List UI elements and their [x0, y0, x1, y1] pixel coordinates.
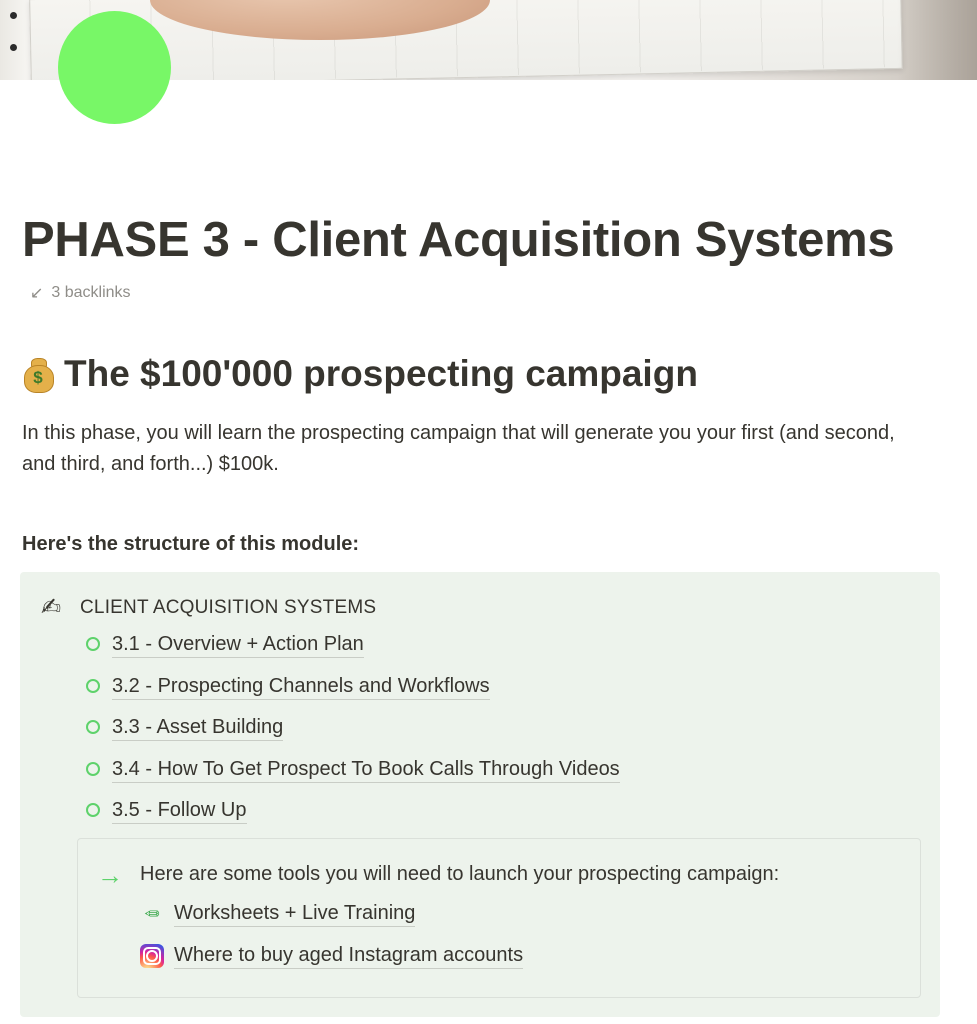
money-bag-icon: $ [22, 357, 54, 393]
module-link[interactable]: 3.1 - Overview + Action Plan [112, 632, 364, 658]
list-item: 3.2 - Prospecting Channels and Workflows [86, 674, 620, 716]
backlinks-button[interactable]: ↙ 3 backlinks [30, 283, 131, 303]
tools-intro-row: → Here are some tools you will need to l… [96, 859, 780, 890]
module-link[interactable]: 3.2 - Prospecting Channels and Workflows [112, 674, 490, 700]
tool-link-row: ✏ Worksheets + Live Training [140, 901, 416, 927]
arrow-right-icon: → [97, 859, 123, 890]
circle-bullet-icon [86, 720, 100, 735]
list-item: 3.4 - How To Get Prospect To Book Calls … [86, 757, 620, 799]
list-item: 3.1 - Overview + Action Plan [86, 632, 620, 674]
tools-intro-text: Here are some tools you will need to lau… [140, 863, 780, 885]
circle-bullet-icon [86, 803, 100, 818]
instagram-icon [140, 944, 164, 968]
intro-paragraph: In this phase, you will learn the prospe… [22, 422, 895, 475]
list-item: 3.5 - Follow Up [86, 798, 620, 840]
tool-link-row: Where to buy aged Instagram accounts [140, 943, 524, 969]
page-icon[interactable] [58, 11, 171, 124]
section-heading: $ The $100'000 prospecting campaign [22, 353, 698, 395]
circle-bullet-icon [86, 637, 100, 651]
arrow-down-left-icon: ↙ [30, 285, 44, 302]
callout-header: ✍ CLIENT ACQUISITION SYSTEMS [38, 596, 376, 620]
worksheets-link[interactable]: Worksheets + Live Training [174, 901, 416, 927]
tools-callout: → Here are some tools you will need to l… [77, 838, 921, 998]
pencil-icon: ✏ [144, 903, 160, 924]
structure-label: Here's the structure of this module: [22, 533, 360, 555]
backlinks-label: 3 backlinks [51, 284, 131, 301]
circle-bullet-icon [86, 678, 100, 693]
page-title: PHASE 3 - Client Acquisition Systems [22, 213, 895, 267]
callout-block: ✍ CLIENT ACQUISITION SYSTEMS 3.1 - Overv… [20, 572, 940, 1017]
module-list: 3.1 - Overview + Action Plan 3.2 - Prosp… [86, 632, 620, 840]
circle-bullet-icon [86, 761, 100, 776]
module-link[interactable]: 3.5 - Follow Up [112, 798, 247, 825]
writing-hand-icon[interactable]: ✍ [38, 596, 64, 620]
callout-title: CLIENT ACQUISITION SYSTEMS [80, 597, 377, 618]
section-heading-text: The $100'000 prospecting campaign [64, 353, 698, 394]
instagram-accounts-link[interactable]: Where to buy aged Instagram accounts [174, 943, 524, 969]
module-link[interactable]: 3.3 - Asset Building [112, 715, 284, 742]
list-item: 3.3 - Asset Building [86, 715, 620, 757]
module-link[interactable]: 3.4 - How To Get Prospect To Book Calls … [112, 757, 620, 783]
